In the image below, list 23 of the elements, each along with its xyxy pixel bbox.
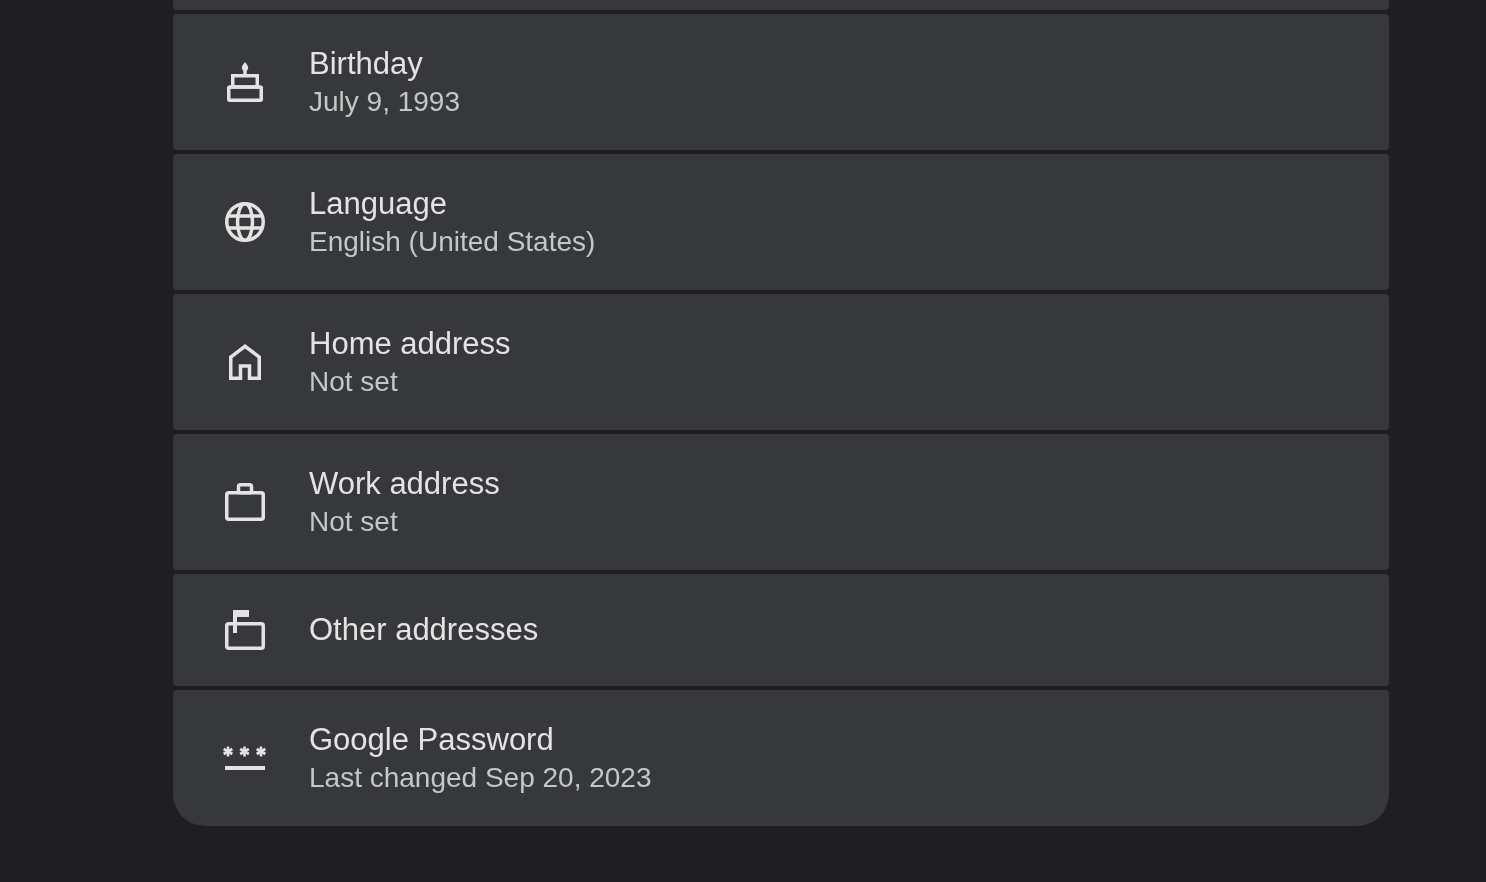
row-value: Last changed Sep 20, 2023	[309, 761, 652, 795]
row-value: Not set	[309, 365, 399, 399]
settings-row[interactable]: Birthday July 9, 1993	[173, 14, 1389, 150]
settings-row[interactable]: Google Password Last changed Sep 20, 2023	[173, 690, 1389, 826]
row-title: Birthday	[309, 45, 424, 83]
row-title: Home address	[309, 325, 511, 363]
row-value: July 9, 1993	[309, 85, 460, 119]
row-title: Language	[309, 185, 448, 223]
password-icon	[222, 746, 268, 770]
cake-icon	[227, 62, 263, 102]
house-icon	[229, 344, 261, 380]
settings-row[interactable]: Home address Not set	[173, 294, 1389, 430]
row-title: Other addresses	[309, 611, 539, 649]
mailbox-flag-icon	[225, 610, 265, 650]
row-title: Work address	[309, 465, 500, 503]
row-value: Not set	[309, 505, 399, 539]
settings-row[interactable]: Language English (United States)	[173, 154, 1389, 290]
globe-icon	[225, 202, 265, 242]
briefcase-icon	[225, 483, 265, 521]
row-value: English (United States)	[309, 225, 596, 259]
row-title: Google Password	[309, 721, 555, 759]
settings-row[interactable]: Work address Not set	[173, 434, 1389, 570]
settings-row[interactable]: Other addresses	[173, 574, 1389, 686]
